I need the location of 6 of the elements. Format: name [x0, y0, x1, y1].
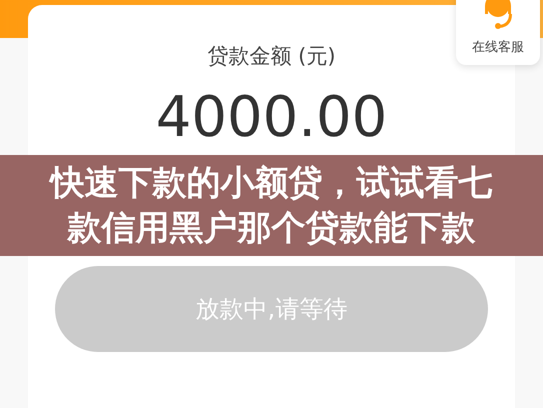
headset-icon [483, 0, 513, 30]
amount-label: 贷款金额 (元) [207, 43, 336, 70]
service-label: 在线客服 [472, 38, 524, 56]
service-panel[interactable]: 在线客服 [456, 0, 540, 65]
banner-title: 快速下款的小额贷，试试看七款信用黑户那个贷款能下款 [48, 162, 494, 250]
amount-value: 4000.00 [156, 86, 388, 148]
